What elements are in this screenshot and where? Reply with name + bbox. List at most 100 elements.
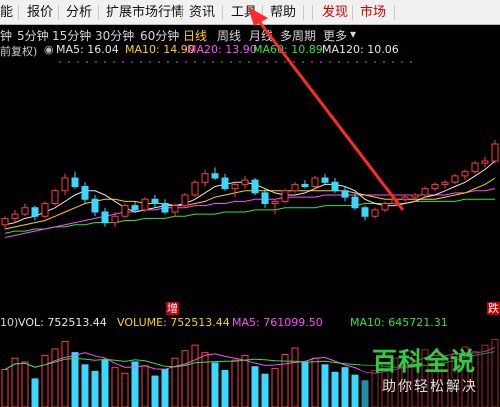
candle-body (131, 205, 139, 211)
ma-legend-toggle-icon[interactable]: ◉ (44, 43, 54, 56)
period-multi[interactable]: 多周期 (280, 27, 316, 44)
volume-bar (31, 378, 39, 407)
menu-separator (312, 5, 313, 20)
candle-body (441, 181, 449, 185)
menu-separator (352, 5, 353, 20)
candle-body (291, 183, 299, 192)
marker-dot (257, 61, 259, 63)
candle-body (331, 181, 339, 192)
volume-bar (161, 369, 169, 407)
top-menu-bar: 能报价 分析 扩展市场行情 资讯 工具 帮助 发现 市场 (0, 0, 500, 25)
candle-body (171, 205, 179, 213)
period-30min[interactable]: 30分钟 (95, 27, 134, 44)
marker-dot (239, 61, 241, 63)
volume-bar (331, 371, 339, 407)
candle-body (311, 177, 319, 187)
menu-item-analysis[interactable]: 分析 (66, 4, 92, 21)
volume-bar (351, 374, 359, 407)
candle-body (451, 175, 459, 183)
marker-dot (158, 61, 160, 63)
ma60-label: MA60: 10.89 (253, 43, 323, 56)
candle-body (1, 217, 9, 226)
candle-body (71, 177, 79, 187)
period-monthly[interactable]: 月线 (249, 27, 273, 44)
decrease-tag: 跌 (487, 302, 500, 315)
menu-separator (394, 5, 395, 20)
candle-body (21, 207, 29, 215)
marker-dot (68, 61, 70, 63)
marker-dot (320, 61, 322, 63)
marker-dot (185, 61, 187, 63)
watermark-subtitle: 助你轻松解决 (382, 379, 478, 395)
menu-item-extended-market[interactable]: 扩展市场行情 (106, 4, 184, 21)
volume-bar (291, 347, 299, 407)
marker-dot (374, 61, 376, 63)
menu-separator (222, 5, 223, 20)
candle-body (61, 177, 69, 192)
volume-bar (281, 354, 289, 407)
period-15min[interactable]: 15分钟 (52, 27, 91, 44)
marker-dot (302, 61, 304, 63)
volume-bar (41, 354, 49, 407)
volume-bar (251, 366, 259, 407)
marker-dot (104, 61, 106, 63)
period-weekly[interactable]: 周线 (217, 27, 241, 44)
candle-body (211, 173, 219, 179)
period-more[interactable]: 更多 (323, 27, 347, 44)
marker-dot (140, 61, 142, 63)
candle-body (371, 209, 379, 217)
menu-item-help[interactable]: 帮助 (270, 4, 296, 21)
candle-body (201, 173, 209, 183)
candle-body (31, 207, 39, 217)
menu-item-function[interactable]: 能 (0, 4, 13, 21)
period-1min[interactable]: 钟 (0, 27, 12, 44)
volume-bar (101, 359, 109, 407)
menu-separator (58, 5, 59, 20)
marker-dot (347, 61, 349, 63)
candle-body (481, 160, 489, 164)
volume-bar (181, 350, 189, 407)
marker-dot (77, 61, 79, 63)
watermark: 百科全说 助你轻松解决 (360, 338, 500, 407)
candle-body (321, 177, 329, 183)
menu-item-quote[interactable]: 报价 (27, 4, 53, 21)
marker-dot (113, 61, 115, 63)
menu-item-news[interactable]: 资讯 (189, 4, 215, 21)
marker-dot (194, 61, 196, 63)
price-chart[interactable] (0, 59, 500, 314)
marker-dot (311, 61, 313, 63)
caret-down-icon[interactable]: ▾ (350, 27, 356, 41)
period-daily[interactable]: 日线 (183, 27, 207, 44)
volume-bar (131, 361, 139, 407)
candle-body (301, 183, 309, 187)
candle-body (491, 143, 499, 162)
marker-dot (149, 61, 151, 63)
volume-bar (91, 370, 99, 407)
candle-body (81, 186, 89, 200)
volume-bar (261, 373, 269, 407)
ma60-line (4, 198, 495, 234)
vol-label: VOL: 752513.44 (18, 316, 107, 329)
menu-item-tools[interactable]: 工具 (231, 4, 257, 21)
marker-dot (284, 61, 286, 63)
marker-dot (212, 61, 214, 63)
marker-dot (95, 61, 97, 63)
candle-body (401, 196, 409, 200)
volume-label: VOLUME: 752513.44 (117, 316, 230, 329)
candle-body (51, 190, 59, 204)
candle-body (121, 205, 129, 217)
candle-body (11, 213, 19, 219)
candle-body (411, 194, 419, 198)
increase-tag: 增 (166, 302, 179, 315)
volume-bar (111, 367, 119, 407)
candle-body (391, 198, 399, 204)
period-60min[interactable]: 60分钟 (140, 27, 179, 44)
menu-item-discover[interactable]: 发现 (322, 4, 348, 21)
marker-dot (356, 61, 358, 63)
marker-dot (293, 61, 295, 63)
marker-dot (221, 61, 223, 63)
period-5min[interactable]: 5分钟 (17, 27, 49, 44)
volume-bar (61, 340, 69, 407)
menu-item-market[interactable]: 市场 (360, 4, 386, 21)
ma120-label: MA120: 10.06 (322, 43, 399, 56)
